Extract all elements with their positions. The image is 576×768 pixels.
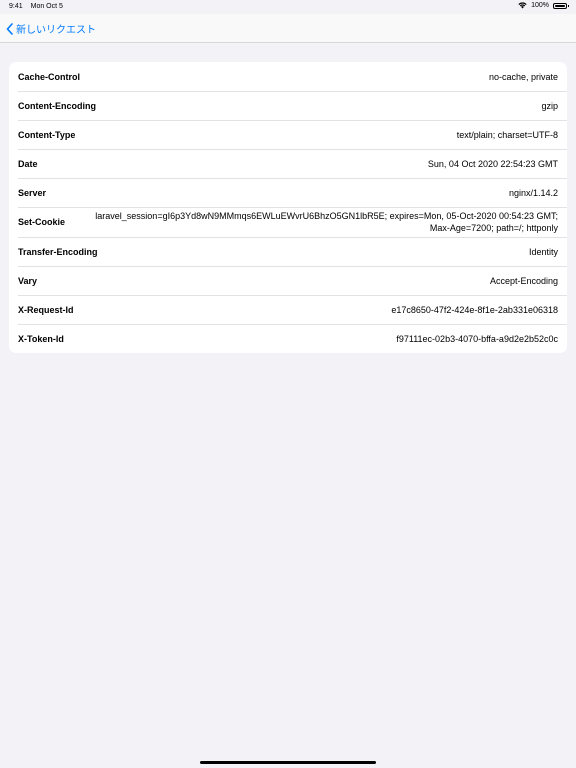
header-value: text/plain; charset=UTF-8	[456, 129, 558, 140]
navigation-bar: 新しいリクエスト	[0, 14, 576, 43]
response-headers-list: Cache-Control no-cache, private Content-…	[9, 62, 567, 353]
header-key: X-Token-Id	[18, 333, 64, 344]
header-value: no-cache, private	[488, 71, 558, 82]
back-button-label: 新しいリクエスト	[16, 25, 96, 36]
header-key: Cache-Control	[18, 71, 81, 82]
header-row-set-cookie: Set-Cookie laravel_session=gI6p3Yd8wN9MM…	[9, 207, 567, 237]
chevron-left-icon	[6, 22, 13, 35]
header-key: Transfer-Encoding	[18, 246, 98, 257]
header-key: Content-Encoding	[18, 100, 96, 111]
header-value: Identity	[528, 246, 558, 257]
status-time: 9:41	[9, 3, 23, 10]
status-right: 100%	[518, 2, 569, 9]
header-value: Sun, 04 Oct 2020 22:54:23 GMT	[427, 158, 558, 169]
header-row-x-request-id: X-Request-Id e17c8650-47f2-424e-8f1e-2ab…	[9, 295, 567, 324]
battery-icon	[553, 2, 569, 9]
header-value: nginx/1.14.2	[508, 187, 558, 198]
header-value: f97111ec-02b3-4070-bffa-a9d2e2b52c0c	[396, 333, 558, 344]
wifi-icon	[518, 2, 527, 9]
header-value: gzip	[541, 100, 558, 111]
header-row-x-token-id: X-Token-Id f97111ec-02b3-4070-bffa-a9d2e…	[9, 324, 567, 353]
header-row-cache-control: Cache-Control no-cache, private	[9, 62, 567, 91]
header-row-content-type: Content-Type text/plain; charset=UTF-8	[9, 120, 567, 149]
header-row-server: Server nginx/1.14.2	[9, 178, 567, 207]
header-row-date: Date Sun, 04 Oct 2020 22:54:23 GMT	[9, 149, 567, 178]
status-date: Mon Oct 5	[30, 3, 63, 10]
header-key: Server	[18, 187, 47, 198]
back-button[interactable]: 新しいリクエスト	[6, 21, 96, 36]
header-key: Content-Type	[18, 129, 76, 140]
header-key: Set-Cookie	[18, 217, 66, 227]
header-value: Accept-Encoding	[489, 275, 558, 286]
header-row-transfer-encoding: Transfer-Encoding Identity	[9, 237, 567, 266]
header-key: Date	[18, 158, 38, 169]
header-row-content-encoding: Content-Encoding gzip	[9, 91, 567, 120]
status-bar: 9:41 Mon Oct 5 100%	[0, 0, 576, 14]
header-key: X-Request-Id	[18, 304, 74, 315]
header-key: Vary	[18, 275, 38, 286]
header-value: e17c8650-47f2-424e-8f1e-2ab331e06318	[391, 304, 558, 315]
status-left: 9:41 Mon Oct 5	[9, 3, 63, 10]
header-value: laravel_session=gI6p3Yd8wN9MMmqs6EWLuEWv…	[95, 211, 558, 233]
battery-percent: 100%	[531, 2, 549, 9]
home-indicator[interactable]	[200, 761, 376, 764]
header-row-vary: Vary Accept-Encoding	[9, 266, 567, 295]
